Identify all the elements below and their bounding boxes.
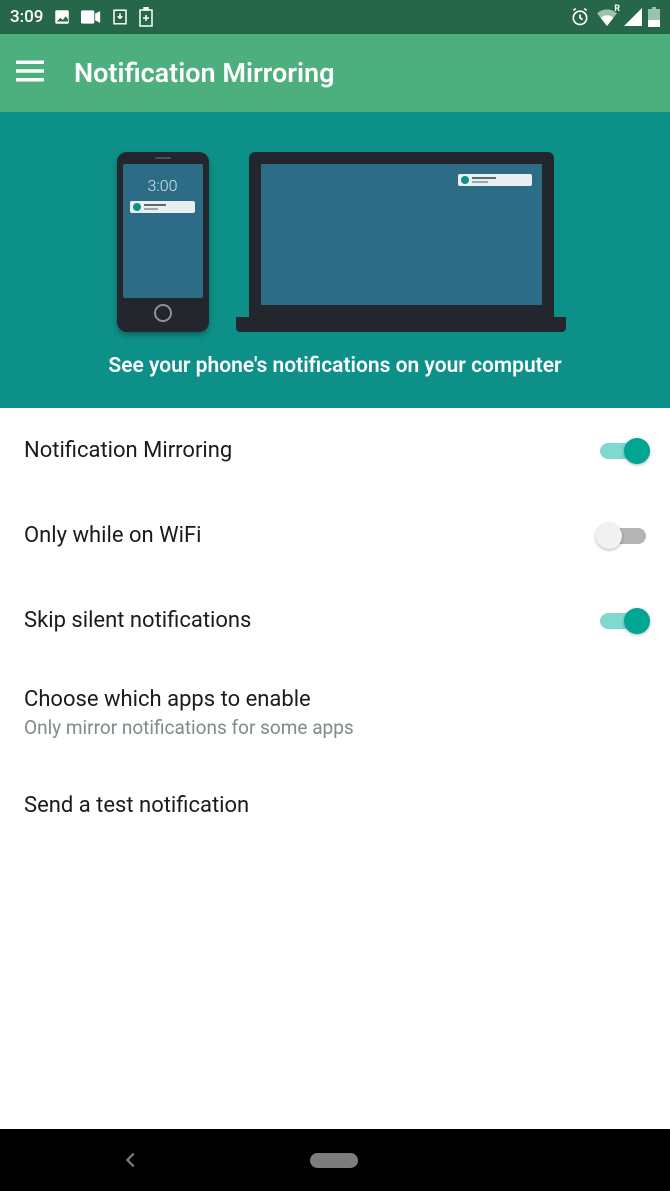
- setting-subtitle: Only mirror notifications for some apps: [24, 716, 646, 739]
- phone-notification: [130, 201, 196, 213]
- battery-icon: [648, 7, 660, 27]
- cell-signal-icon: [624, 8, 642, 26]
- menu-icon[interactable]: [16, 60, 44, 86]
- setting-send-test[interactable]: Send a test notification: [0, 763, 670, 848]
- back-button[interactable]: [120, 1149, 142, 1171]
- hero-banner: 3:00 See your phone's notifications on: [0, 112, 670, 408]
- setting-title: Skip silent notifications: [24, 608, 600, 633]
- setting-title: Only while on WiFi: [24, 523, 600, 548]
- status-clock: 3:09: [10, 7, 43, 27]
- video-icon: [81, 10, 101, 24]
- wifi-icon: R: [596, 8, 618, 26]
- status-bar: 3:09 R: [0, 0, 670, 34]
- battery-saver-icon: [139, 7, 153, 27]
- setting-title: Send a test notification: [24, 793, 646, 818]
- laptop-illustration: [249, 152, 554, 332]
- home-button[interactable]: [310, 1153, 358, 1168]
- download-icon: [111, 8, 129, 26]
- hero-graphic: 3:00: [0, 112, 670, 332]
- laptop-notification: [458, 174, 532, 186]
- switch-wifi-only[interactable]: [600, 528, 646, 544]
- settings-list: Notification Mirroring Only while on WiF…: [0, 408, 670, 1129]
- alarm-icon: [570, 7, 590, 27]
- setting-notification-mirroring[interactable]: Notification Mirroring: [0, 408, 670, 493]
- setting-wifi-only[interactable]: Only while on WiFi: [0, 493, 670, 578]
- app-bar: Notification Mirroring: [0, 34, 670, 112]
- setting-title: Notification Mirroring: [24, 438, 600, 463]
- image-icon: [53, 8, 71, 26]
- phone-clock: 3:00: [148, 176, 178, 195]
- switch-notification-mirroring[interactable]: [600, 443, 646, 459]
- phone-illustration: 3:00: [117, 152, 209, 332]
- setting-choose-apps[interactable]: Choose which apps to enable Only mirror …: [0, 663, 670, 763]
- android-nav-bar: [0, 1129, 670, 1191]
- hero-tagline: See your phone's notifications on your c…: [0, 354, 670, 378]
- page-title: Notification Mirroring: [74, 57, 334, 89]
- setting-skip-silent[interactable]: Skip silent notifications: [0, 578, 670, 663]
- setting-title: Choose which apps to enable: [24, 687, 646, 712]
- switch-skip-silent[interactable]: [600, 613, 646, 629]
